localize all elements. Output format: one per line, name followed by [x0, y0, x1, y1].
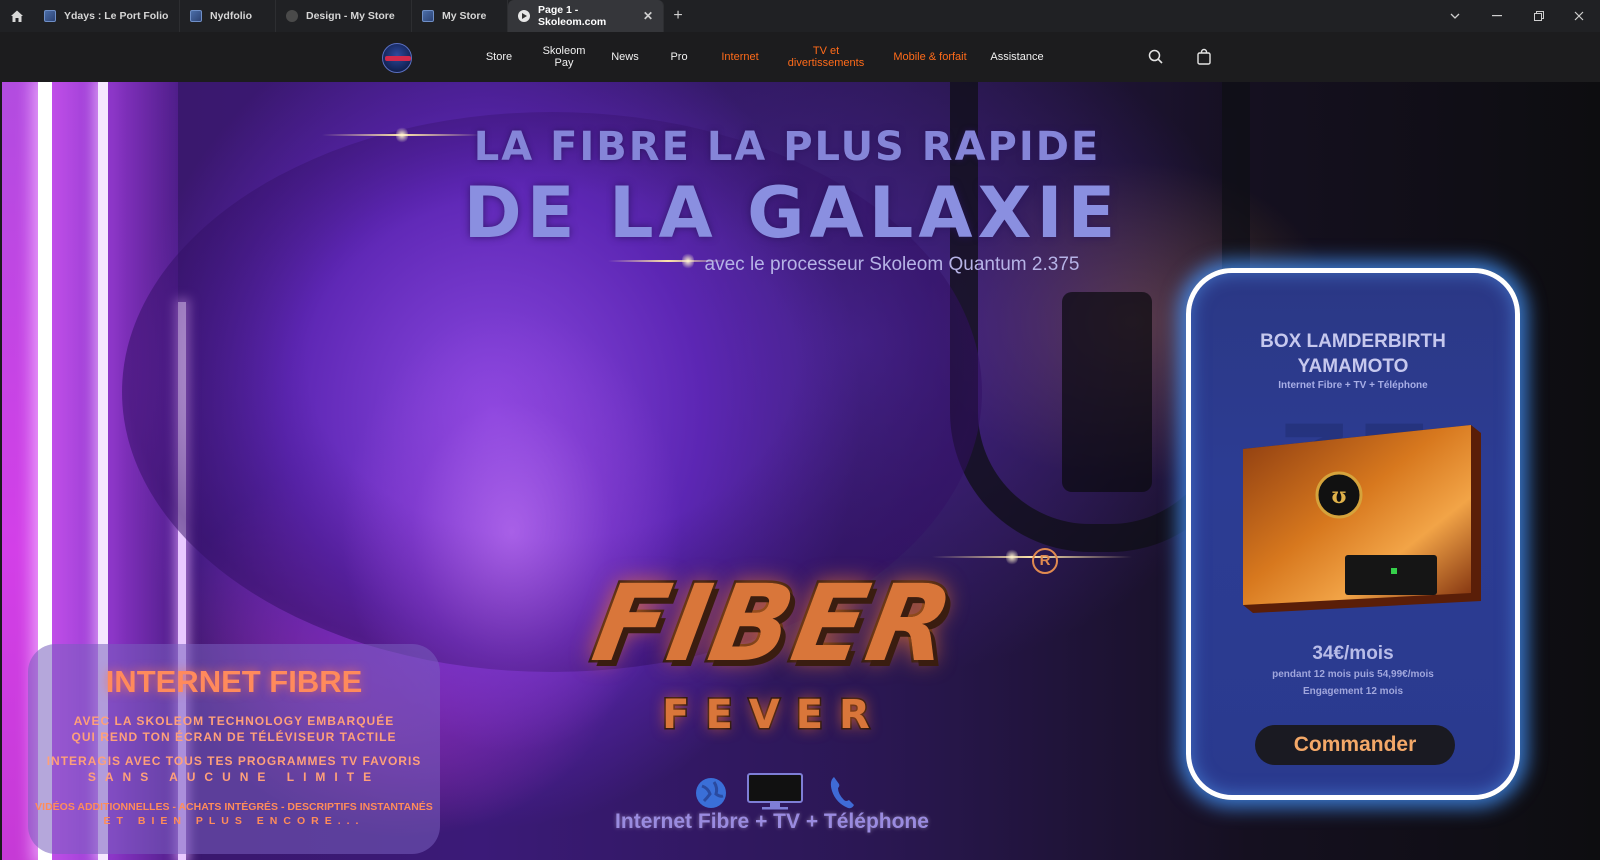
globe-icon: [696, 778, 726, 808]
logo-word-fiber: FIBER: [582, 560, 965, 688]
nav-skoleom-pay[interactable]: Skoleom Pay: [538, 32, 590, 82]
info-card-line: ET BIEN PLUS ENCORE...: [103, 815, 365, 827]
info-card-line: AVEC LA SKOLEOM TECHNOLOGY EMBARQUÉE: [73, 714, 395, 728]
tab-title: Nydfolio: [210, 10, 252, 22]
skoleom-logo[interactable]: [382, 43, 412, 73]
close-window-icon[interactable]: [1558, 0, 1600, 32]
nav-mobile-forfait[interactable]: Mobile & forfait: [884, 32, 976, 82]
browser-tab[interactable]: Design - My Store: [276, 0, 412, 32]
service-icons: [694, 772, 884, 814]
portfolio-icon: [44, 10, 56, 22]
svg-text:ʊ: ʊ: [1332, 483, 1347, 509]
registered-trademark-icon: R: [1032, 548, 1058, 574]
minimize-icon[interactable]: [1476, 0, 1518, 32]
product-title-line1: BOX LAMDERBIRTH: [1260, 331, 1446, 352]
hero-subheadline: avec le processeur Skoleom Quantum 2.375: [704, 254, 1080, 275]
info-card-line: VIDÉOS ADDITIONNELLES - ACHATS INTÉGRÉS …: [35, 801, 433, 813]
close-tab-icon[interactable]: ✕: [643, 9, 653, 23]
new-tab-button[interactable]: +: [664, 7, 692, 25]
tv-box-image: ʊ: [1243, 425, 1481, 613]
nav-tv-divertissements[interactable]: TV et divertissements: [780, 32, 872, 82]
store-icon: [286, 10, 298, 22]
fiber-fever-logo: FIBER FEVER: [504, 552, 1044, 772]
tv-icon: [747, 773, 803, 810]
tab-title: Page 1 - Skoleom.com: [538, 4, 607, 28]
product-title: BOX LAMDERBIRTH YAMAMOTO: [1191, 329, 1515, 379]
hero-tagline: Internet Fibre + TV + Téléphone: [615, 810, 929, 833]
product-price-detail: pendant 12 mois puis 54,99€/mois: [1272, 669, 1434, 680]
tab-title: Ydays : Le Port Folio: [64, 10, 169, 22]
logo-word-fever: FEVER: [661, 691, 886, 740]
nav-assistance[interactable]: Assistance: [984, 32, 1050, 82]
product-card: ʊ BOX LAMDERBIRTH YAMAMOTO Internet Fibr…: [1186, 268, 1520, 800]
background-shape: [1062, 292, 1152, 492]
info-card-line: QUI REND TON ÉCRAN DE TÉLÉVISEUR TACTILE: [71, 730, 397, 744]
product-title-line2: YAMAMOTO: [1297, 356, 1409, 377]
internet-fibre-card: INTERNET FIBRE AVEC LA SKOLEOM TECHNOLOG…: [28, 644, 440, 854]
restore-icon[interactable]: [1518, 0, 1560, 32]
product-price: 34€/mois: [1312, 643, 1394, 664]
nav-internet[interactable]: Internet: [712, 32, 768, 82]
browser-tab[interactable]: Nydfolio: [180, 0, 276, 32]
tab-title: My Store: [442, 10, 487, 22]
search-icon[interactable]: [1146, 47, 1166, 67]
nav-news[interactable]: News: [604, 32, 646, 82]
home-icon[interactable]: [0, 0, 34, 32]
nav-pro[interactable]: Pro: [664, 32, 694, 82]
play-icon: [518, 10, 530, 22]
shopping-bag-icon[interactable]: [1194, 47, 1214, 67]
tab-list-chevron-icon[interactable]: [1434, 0, 1476, 32]
browser-tab-active[interactable]: Page 1 - Skoleom.com ✕: [508, 0, 664, 32]
browser-tab[interactable]: My Store: [412, 0, 508, 32]
info-card-line: INTERAGIS AVEC TOUS TES PROGRAMMES TV FA…: [46, 754, 422, 768]
commander-button[interactable]: Commander: [1255, 725, 1455, 765]
hero-headline-line2: DE LA GALAXIE: [463, 172, 1121, 254]
info-card-title: INTERNET FIBRE: [105, 664, 363, 699]
portfolio-icon: [422, 10, 434, 22]
browser-tab-bar: Ydays : Le Port Folio Nydfolio Design - …: [0, 0, 1600, 32]
product-subtitle: Internet Fibre + TV + Téléphone: [1278, 380, 1428, 391]
phone-icon: [830, 777, 854, 809]
site-navbar: Store Skoleom Pay News Pro Internet TV e…: [0, 32, 1600, 82]
info-card-line: SANS AUCUNE LIMITE: [87, 770, 381, 784]
browser-tab[interactable]: Ydays : Le Port Folio: [34, 0, 180, 32]
nav-store[interactable]: Store: [476, 32, 522, 82]
hero-headline-line1: LA FIBRE LA PLUS RAPIDE: [473, 124, 1101, 170]
product-commitment: Engagement 12 mois: [1302, 686, 1404, 697]
hero-banner: LA FIBRE LA PLUS RAPIDE DE LA GALAXIE av…: [2, 82, 1600, 860]
portfolio-icon: [190, 10, 202, 22]
tab-title: Design - My Store: [306, 10, 395, 22]
